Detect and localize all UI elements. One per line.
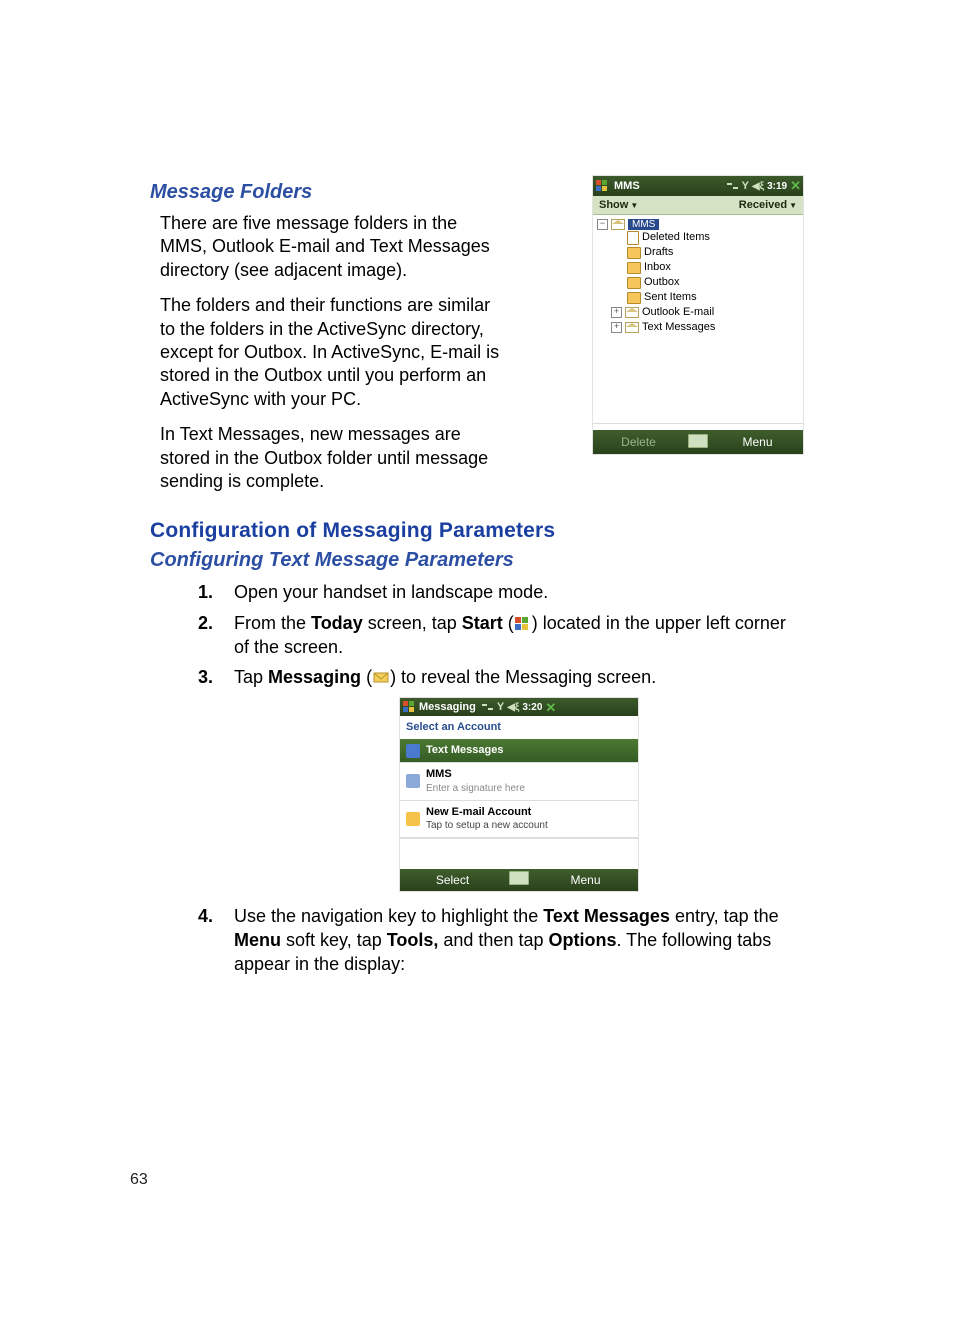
soft-key-bar: Select Menu [400, 869, 638, 891]
softkey-select[interactable]: Select [400, 872, 505, 888]
status-bar [593, 423, 803, 430]
page-number: 63 [130, 1171, 148, 1189]
step-4: Use the navigation key to highlight the … [150, 904, 804, 977]
start-icon [514, 616, 532, 632]
keyboard-toggle[interactable] [684, 434, 712, 451]
folder-icon [627, 262, 641, 274]
new-account-icon [406, 812, 420, 826]
step-3: Tap Messaging () to reveal the Messaging… [150, 665, 804, 892]
folder-icon [627, 292, 641, 304]
step-text: Open your handset in landscape mode. [234, 582, 548, 602]
show-dropdown[interactable]: Show▼ [599, 199, 638, 211]
account-label: MMS Enter a signature here [426, 767, 525, 795]
body-paragraph: The folders and their functions are simi… [150, 294, 500, 411]
folder-text-messages[interactable]: +Text Messages [611, 320, 799, 335]
clock: 3:19 [767, 181, 787, 192]
start-flag-icon [595, 179, 609, 193]
folder-subbar: Show▼ Received▼ [593, 196, 803, 215]
keyboard-icon [688, 434, 708, 448]
folder-outbox[interactable]: Outbox [627, 275, 799, 290]
folder-tree: − MMS Deleted Items Drafts Inbox Outbox … [593, 215, 803, 423]
folder-outlook-email[interactable]: +Outlook E-mail [611, 305, 799, 320]
envelope-icon [625, 307, 639, 318]
account-subtext: Tap to setup a new account [426, 819, 548, 833]
folder-drafts[interactable]: Drafts [627, 245, 799, 260]
heading-configuring-text: Configuring Text Message Parameters [150, 549, 804, 572]
soft-key-bar: Delete Menu [593, 430, 803, 454]
mms-root-icon [611, 219, 625, 230]
connectivity-icon [482, 702, 494, 712]
folder-sent-items[interactable]: Sent Items [627, 290, 799, 305]
mms-icon [406, 774, 420, 788]
signal-icon: Y [497, 700, 504, 715]
volume-icon: ◀ξ [752, 181, 764, 192]
account-subtext: Enter a signature here [426, 782, 525, 796]
step-1: Open your handset in landscape mode. [150, 580, 804, 604]
keyboard-icon [509, 871, 529, 885]
collapse-icon[interactable]: − [597, 219, 608, 230]
wm-title-bar: MMS Y ◀ξ 3:19 ✕ [593, 176, 803, 196]
folder-inbox[interactable]: Inbox [627, 260, 799, 275]
messaging-icon [372, 670, 390, 686]
softkey-delete[interactable]: Delete [593, 435, 684, 449]
account-text-messages[interactable]: Text Messages [400, 739, 638, 762]
body-paragraph: In Text Messages, new messages are store… [150, 423, 500, 493]
body-paragraph: There are five message folders in the MM… [150, 212, 500, 282]
connectivity-icon [727, 181, 739, 191]
account-mms[interactable]: MMS Enter a signature here [400, 762, 638, 800]
folder-icon [627, 247, 641, 259]
received-dropdown[interactable]: Received▼ [739, 199, 797, 211]
window-title: Messaging [419, 700, 476, 715]
folder-deleted-items[interactable]: Deleted Items [627, 230, 799, 245]
keyboard-toggle[interactable] [505, 871, 533, 889]
account-label: Text Messages [426, 743, 503, 758]
signal-icon: Y [742, 180, 749, 192]
blank-area [400, 838, 638, 869]
mms-folders-screenshot: MMS Y ◀ξ 3:19 ✕ Show▼ Received▼ − MMS De… [592, 175, 804, 455]
close-icon[interactable]: ✕ [545, 699, 556, 717]
start-flag-icon [402, 700, 416, 714]
heading-configuration: Configuration of Messaging Parameters [150, 519, 804, 543]
messaging-accounts-screenshot: Messaging Y ◀ξ 3:20 ✕ Select an Account … [399, 697, 639, 891]
step-2: From the Today screen, tap Start () loca… [150, 611, 804, 660]
expand-icon[interactable]: + [611, 307, 622, 318]
clock: 3:20 [522, 701, 542, 715]
text-messages-icon [406, 744, 420, 758]
window-title: MMS [614, 180, 640, 192]
softkey-menu[interactable]: Menu [712, 435, 803, 449]
trash-icon [627, 231, 639, 245]
close-icon[interactable]: ✕ [790, 178, 801, 194]
numbered-steps: Open your handset in landscape mode. Fro… [150, 580, 804, 976]
softkey-menu[interactable]: Menu [533, 872, 638, 888]
account-new-email[interactable]: New E-mail Account Tap to setup a new ac… [400, 801, 638, 838]
account-label: New E-mail Account Tap to setup a new ac… [426, 805, 548, 833]
volume-icon: ◀ξ [507, 701, 519, 715]
envelope-icon [625, 322, 639, 333]
select-account-label: Select an Account [400, 716, 638, 739]
expand-icon[interactable]: + [611, 322, 622, 333]
wm-title-bar: Messaging Y ◀ξ 3:20 ✕ [400, 698, 638, 716]
folder-icon [627, 277, 641, 289]
tree-root-mms[interactable]: MMS [628, 219, 659, 230]
